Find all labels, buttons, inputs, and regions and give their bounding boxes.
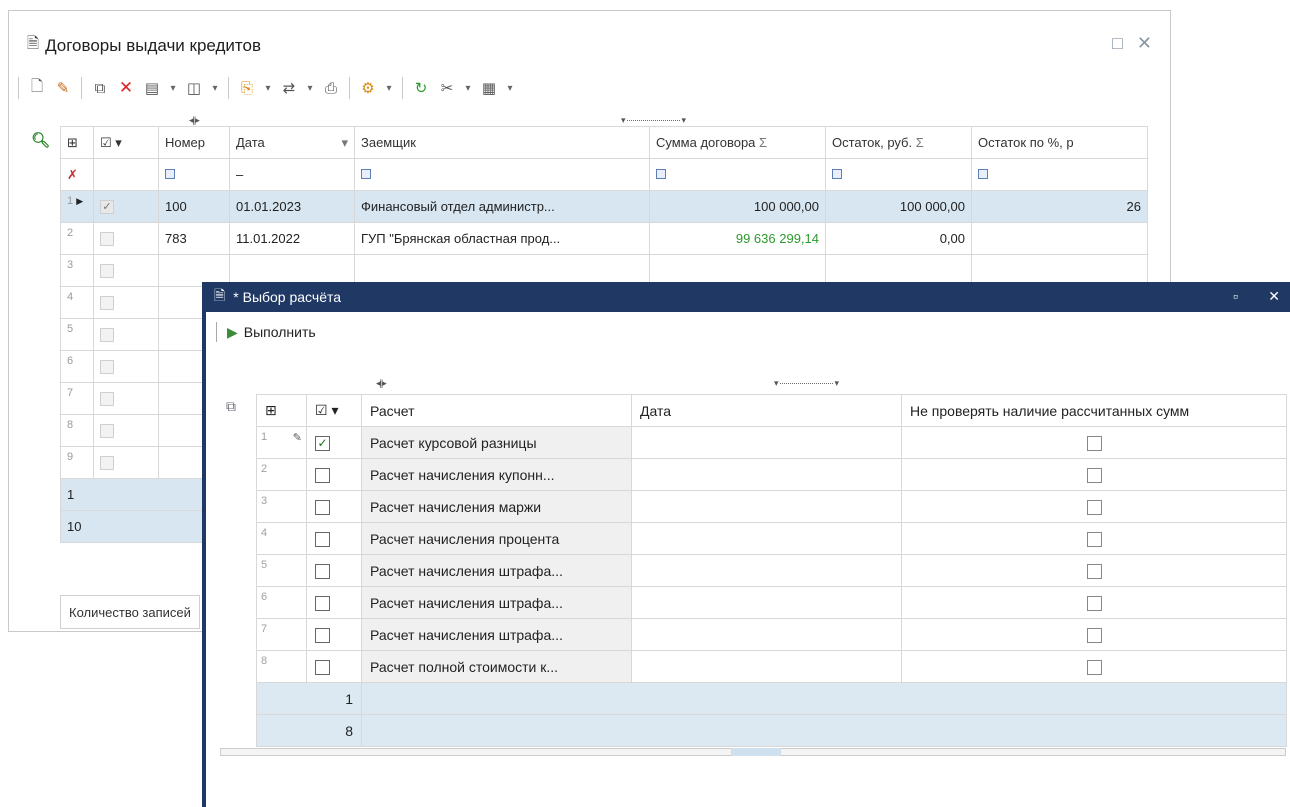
column-header-no-check[interactable]: Не проверять наличие рассчитанных сумм [901,394,1287,427]
column-header-calculation[interactable]: Расчет [361,394,632,427]
search-icon[interactable]: 🔍︎ [31,131,50,149]
table-header-row: ⊞ ☑ ▾ Расчет Дата Не проверять наличие р… [256,394,1287,427]
row-checkbox[interactable] [315,627,330,643]
copy-icon[interactable]: ⧉ [89,77,111,99]
row-checkbox[interactable] [315,563,330,579]
no-check-checkbox[interactable] [1086,595,1102,611]
table-row[interactable]: 6 Расчет начисления штрафа... [256,586,1287,619]
refresh-icon[interactable]: ↻ [410,77,432,99]
summary-row: 8 [256,714,1287,747]
filter-sum[interactable] [649,158,826,191]
horizontal-scrollbar[interactable] [220,748,1286,756]
document-list-icon[interactable]: ▤ [141,77,163,99]
column-splitter-icon[interactable]: ◂||▸ [376,378,387,389]
close-icon[interactable]: ✕ [1268,288,1280,305]
table-row[interactable]: 1 ▶ ✓ 100 01.01.2023 Финансовый отдел ад… [60,190,1148,223]
filter-borrower[interactable] [354,158,650,191]
row-checkbox[interactable] [315,659,330,675]
table-row[interactable]: 3 Расчет начисления маржи [256,490,1287,523]
table-row[interactable]: 5 Расчет начисления штрафа... [256,554,1287,587]
tools-icon[interactable]: ✂ [436,77,458,99]
run-button-label: Выполнить [243,324,316,340]
table-row[interactable]: 1 ✎ ✓ Расчет курсовой разницы [256,426,1287,459]
window-controls: □ ✕ [1112,33,1152,54]
transfer-icon[interactable]: ⇄ [278,77,300,99]
report-icon[interactable]: ⎘ [236,77,258,99]
chevron-down-icon[interactable]: ▾ [504,77,516,99]
table-row[interactable]: 8 Расчет полной стоимости к... [256,650,1287,683]
run-icon: ▶ [227,323,238,340]
dialog-title: * Выбор расчёта [233,289,342,305]
export-icon[interactable]: ▦ [478,77,500,99]
no-check-checkbox[interactable] [1086,435,1102,451]
new-icon[interactable]: 🗋 [26,77,48,99]
calculation-dialog: 🗎 * Выбор расчёта ▫ ✕ ▶ Выполнить ◂||▸ ▾… [202,282,1290,807]
table-row[interactable]: 2 Расчет начисления купонн... [256,458,1287,491]
chevron-down-icon[interactable]: ▾ [383,77,395,99]
edit-icon[interactable]: ✎ [52,77,74,99]
table-row[interactable]: 4 Расчет начисления процента [256,522,1287,555]
column-band-marker-icon: ▾ ··························· ▾ [621,115,686,125]
row-checkbox[interactable] [315,467,330,483]
filter-number[interactable] [158,158,230,191]
no-check-checkbox[interactable] [1086,531,1102,547]
column-header-date[interactable]: Дата ▾ [229,126,355,159]
delete-icon[interactable]: ✕ [115,77,137,99]
document-icon: 🗎 [27,35,40,52]
column-splitter-icon[interactable]: ◂||▸ [189,115,200,126]
column-band-marker-icon: ▾ ··························· ▾ [774,378,839,388]
edit-icon: ✎ [292,432,302,444]
maximize-icon[interactable]: □ [1112,33,1123,54]
document-icon: 🗎 [214,287,226,303]
close-icon[interactable]: ✕ [1137,33,1152,54]
select-all-checkbox[interactable]: ☑ ▾ [93,126,159,159]
run-button[interactable]: ▶ Выполнить [216,322,316,342]
calculation-table: ⊞ ☑ ▾ Расчет Дата Не проверять наличие р… [256,394,1287,747]
print-icon[interactable]: ⎙ [320,77,342,99]
column-header-borrower[interactable]: Заемщик [354,126,650,159]
filter-date[interactable]: – [229,158,355,191]
maximize-icon[interactable]: ▫ [1233,288,1238,304]
clear-filter-icon[interactable]: ✗ [60,158,94,191]
columns-icon[interactable]: ◫ [183,77,205,99]
copy-records-icon[interactable]: ⧉ [226,398,236,415]
status-bar: Количество записей [60,595,200,629]
filter-rest-percent[interactable] [971,158,1148,191]
grid-settings-icon[interactable]: ⊞ [60,126,94,159]
no-check-checkbox[interactable] [1086,563,1102,579]
filter-row: ✗ – [60,158,1148,191]
summary-row: 1 [256,682,1287,715]
table-row[interactable]: 2 783 11.01.2022 ГУП "Брянская областная… [60,222,1148,255]
toolbar: 🗋 ✎ ⧉ ✕ ▤ ▾ ◫ ▾ ⎘ ▾ ⇄ ▾ ⎙ ⚙ ▾ ↻ ✂ ▾ ▦ ▾ [15,75,516,101]
dialog-title-bar: 🗎 * Выбор расчёта ▫ ✕ [206,282,1290,312]
filter-rest[interactable] [825,158,972,191]
no-check-checkbox[interactable] [1086,627,1102,643]
column-header-rest-percent[interactable]: Остаток по %, р [971,126,1148,159]
row-checkbox[interactable] [315,595,330,611]
row-checkbox[interactable]: ✓ [315,435,330,451]
select-all-checkbox[interactable]: ☑ ▾ [306,394,362,427]
grid-settings-icon[interactable]: ⊞ [256,394,307,427]
column-header-date[interactable]: Дата [631,394,902,427]
no-check-checkbox[interactable] [1086,499,1102,515]
no-check-checkbox[interactable] [1086,467,1102,483]
window-title: 🗎 Договоры выдачи кредитов [27,33,261,58]
row-checkbox[interactable] [315,499,330,515]
row-checkbox[interactable] [315,531,330,547]
column-header-contract-sum[interactable]: Сумма договора Σ [649,126,826,159]
window-title-text: Договоры выдачи кредитов [45,35,261,55]
chevron-down-icon[interactable]: ▾ [462,77,474,99]
chevron-down-icon[interactable]: ▾ [262,77,274,99]
chevron-down-icon[interactable]: ▾ [304,77,316,99]
chevron-down-icon[interactable]: ▾ [167,77,179,99]
table-header-row: ⊞ ☑ ▾ Номер Дата ▾ Заемщик Сумма договор… [60,126,1148,159]
column-header-rest[interactable]: Остаток, руб. Σ [825,126,972,159]
settings-gear-icon[interactable]: ⚙ [357,77,379,99]
column-header-number[interactable]: Номер [158,126,230,159]
table-row[interactable]: 7 Расчет начисления штрафа... [256,618,1287,651]
chevron-down-icon[interactable]: ▾ [209,77,221,99]
no-check-checkbox[interactable] [1086,659,1102,675]
